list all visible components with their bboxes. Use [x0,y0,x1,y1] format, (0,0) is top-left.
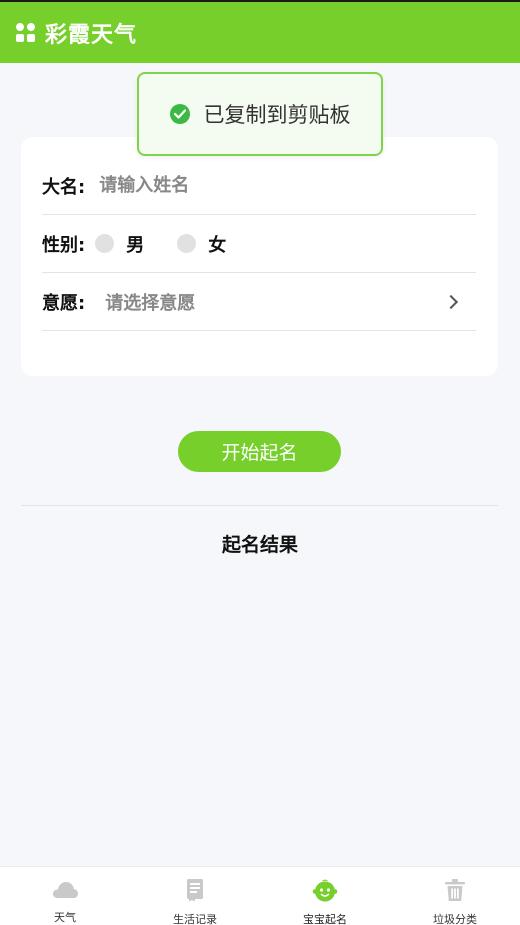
radio-circle-icon [177,234,197,253]
tab-baby-naming[interactable]: 宝宝起名 [260,867,390,925]
result-title: 起名结果 [221,534,298,556]
wish-label: 意愿: [42,292,86,314]
gender-option-label: 男 [126,234,145,256]
baby-face-icon [312,878,338,902]
start-naming-button[interactable]: 开始起名 [178,431,341,472]
gender-radio-female[interactable]: 女 [177,231,226,257]
wish-select[interactable]: 意愿: 请选择意愿 [42,273,476,331]
tab-label: 宝宝起名 [303,913,347,925]
toast-notification: 已复制到剪贴板 [137,72,383,156]
app-header: 彩霞天气 [0,0,520,63]
tab-label: 生活记录 [173,913,217,925]
check-circle-icon [169,104,190,124]
bottom-tab-bar: 天气 生活记录 宝宝起名 垃圾分类 [0,866,520,925]
tab-garbage-sorting[interactable]: 垃圾分类 [390,867,520,925]
divider [21,505,498,506]
trash-icon [444,878,466,902]
gender-radio-male[interactable]: 男 [95,231,144,257]
name-row: 大名: [42,157,476,215]
gender-option-label: 女 [208,234,227,256]
chevron-right-icon [443,294,459,309]
radio-circle-icon [95,234,115,253]
name-label: 大名: [42,176,86,198]
notebook-icon [186,878,204,902]
cloud-icon [51,878,79,900]
tab-weather[interactable]: 天气 [0,867,130,925]
name-input[interactable] [99,175,400,196]
app-title: 彩霞天气 [45,22,138,48]
wish-placeholder: 请选择意愿 [105,292,196,314]
grid-icon[interactable] [16,23,35,42]
naming-form-card: 大名: 性别: 男 女 意愿: 请选择意愿 [21,137,498,376]
tab-label: 垃圾分类 [433,913,477,925]
gender-row: 性别: 男 女 [42,215,476,273]
toast-text: 已复制到剪贴板 [203,103,351,127]
tab-label: 天气 [54,911,76,924]
gender-label: 性别: [42,234,86,256]
tab-life-record[interactable]: 生活记录 [130,867,260,925]
